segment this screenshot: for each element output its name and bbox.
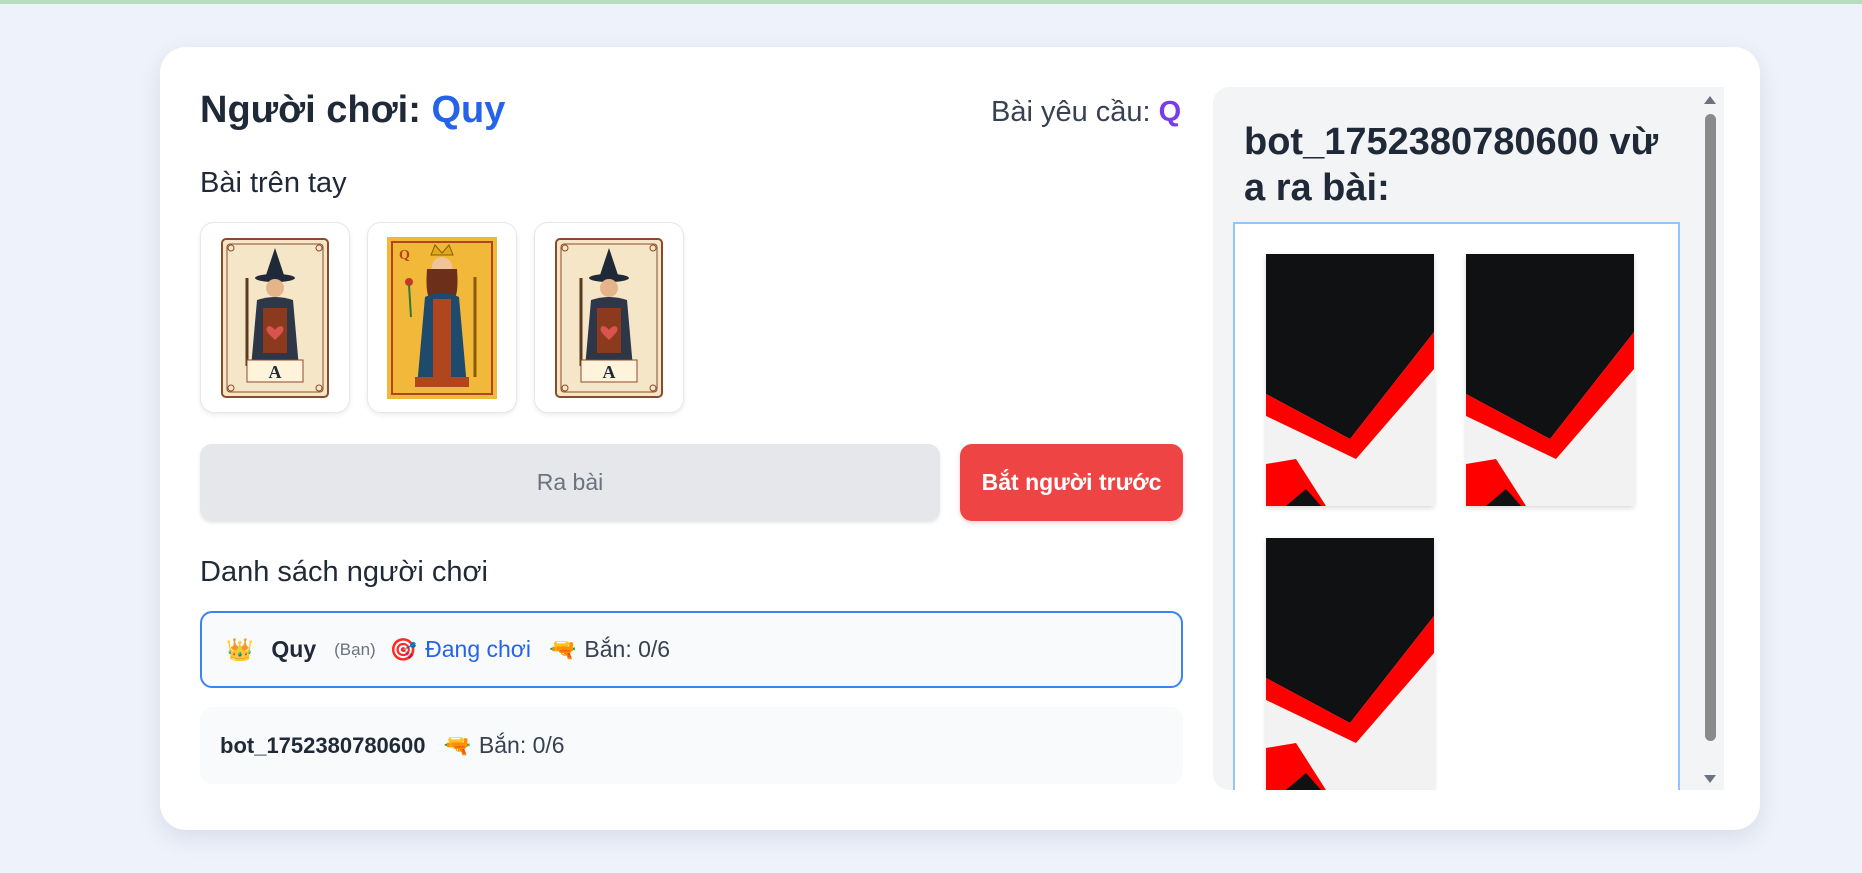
player-list-title: Danh sách người chơi xyxy=(200,556,488,588)
last-played-player: bot_1752380780600 xyxy=(1244,121,1599,163)
svg-text:A: A xyxy=(603,362,616,382)
card-back-icon xyxy=(1266,538,1434,790)
player-row-bot: bot_1752380780600 🔫 Bắn: 0/6 xyxy=(200,707,1183,784)
crown-icon: 👑 xyxy=(226,636,254,662)
player-shots: Bắn: 0/6 xyxy=(584,636,671,662)
scroll-down-arrow-icon[interactable] xyxy=(1704,775,1716,783)
water-gun-icon: 🔫 xyxy=(443,732,471,758)
card-back-icon xyxy=(1466,254,1634,506)
svg-text:A: A xyxy=(269,362,282,382)
game-card: Người chơi: Quy Bài yêu cầu: Q Bài trên … xyxy=(160,47,1760,830)
hand-card-2[interactable]: Q xyxy=(367,222,517,413)
panel-scrollbar[interactable] xyxy=(1700,90,1722,787)
play-button[interactable]: Ra bài xyxy=(200,444,940,521)
page-title: Người chơi: Quy xyxy=(200,89,505,132)
scroll-up-arrow-icon[interactable] xyxy=(1704,96,1716,104)
player-row-name: bot_1752380780600 xyxy=(220,732,426,758)
queen-card-icon: Q xyxy=(387,236,497,399)
played-cards-area xyxy=(1233,222,1680,790)
target-icon: 🎯 xyxy=(389,636,418,662)
hand-title: Bài trên tay xyxy=(200,167,347,199)
you-tag: (Bạn) xyxy=(334,639,376,659)
required-card: Bài yêu cầu: Q xyxy=(991,96,1191,129)
hand-card-1[interactable]: A xyxy=(200,222,350,413)
hand-cards: A Q A xyxy=(200,222,684,413)
player-status: Đang chơi xyxy=(425,636,531,662)
player-label: Người chơi: xyxy=(200,89,421,131)
card-back-icon xyxy=(1266,254,1434,506)
ace-card-icon: A xyxy=(221,237,329,398)
player-shots: Bắn: 0/6 xyxy=(478,732,565,758)
ace-card-icon: A xyxy=(555,237,663,398)
required-card-label: Bài yêu cầu: xyxy=(991,96,1151,128)
water-gun-icon: 🔫 xyxy=(548,636,577,662)
player-row-self: 👑 Quy (Bạn) 🎯 Đang chơi 🔫 Bắn: 0/6 xyxy=(200,611,1183,688)
last-played-panel: bot_1752380780600 vừa ra bài: xyxy=(1213,87,1724,790)
top-border xyxy=(0,0,1862,4)
hand-card-3[interactable]: A xyxy=(534,222,684,413)
last-played-title: bot_1752380780600 vừa ra bài: xyxy=(1244,119,1664,211)
scroll-thumb[interactable] xyxy=(1705,114,1716,741)
svg-text:Q: Q xyxy=(399,248,410,263)
player-name: Quy xyxy=(431,89,506,131)
required-card-value: Q xyxy=(1158,96,1182,128)
catch-previous-button[interactable]: Bắt người trước xyxy=(960,444,1183,521)
player-row-name: Quy xyxy=(271,636,317,662)
